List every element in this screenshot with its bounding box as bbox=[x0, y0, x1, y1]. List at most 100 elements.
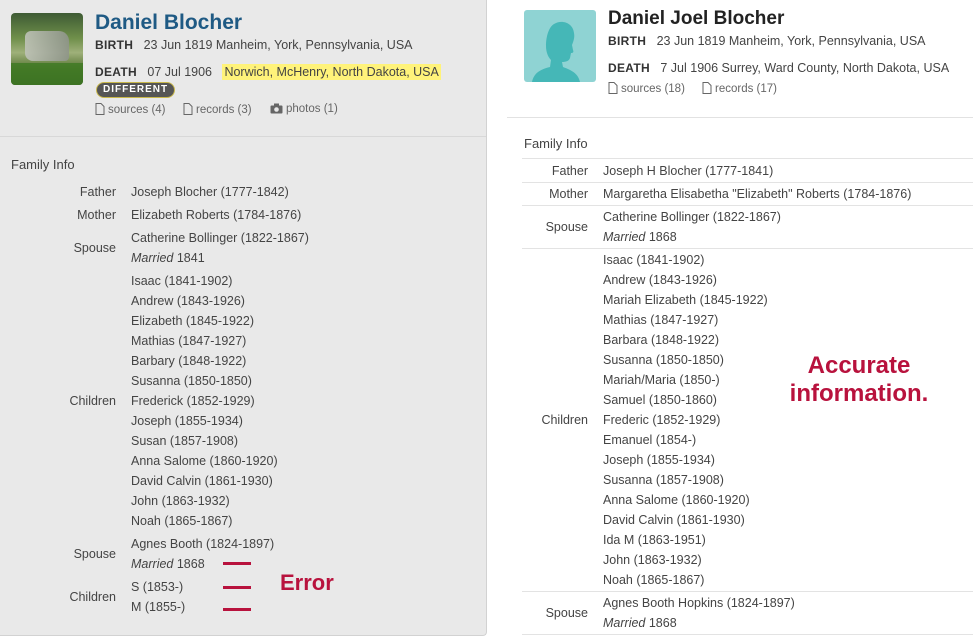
right-person-panel: Daniel Joel Blocher BIRTH 23 Jun 1819 Ma… bbox=[507, 0, 973, 641]
child-link[interactable]: David Calvin (1861-1930) bbox=[131, 474, 273, 488]
document-icon bbox=[183, 103, 193, 115]
child-link[interactable]: Susanna (1850-1850) bbox=[131, 374, 252, 388]
child-link[interactable]: Emanuel (1854-) bbox=[603, 433, 696, 447]
child-link[interactable]: Isaac (1841-1902) bbox=[603, 253, 704, 267]
child-link[interactable]: Noah (1865-1867) bbox=[131, 514, 232, 528]
camera-icon bbox=[270, 103, 283, 114]
accurate-annotation: Accurate information. bbox=[789, 352, 929, 407]
sources-label: sources (18) bbox=[621, 83, 685, 95]
mother-label: Mother bbox=[77, 208, 116, 222]
children-label: Children bbox=[541, 413, 588, 427]
child-link[interactable]: Susan (1857-1908) bbox=[131, 434, 238, 448]
married-year: 1841 bbox=[176, 251, 205, 265]
child-link[interactable]: Noah (1865-1867) bbox=[603, 573, 704, 587]
child-link[interactable]: Joseph (1855-1934) bbox=[603, 453, 715, 467]
person-silhouette-icon[interactable] bbox=[524, 10, 596, 82]
father-label: Father bbox=[79, 185, 116, 199]
father-link[interactable]: Joseph H Blocher (1777-1841) bbox=[603, 164, 773, 178]
error-underline bbox=[223, 586, 251, 589]
left-person-header: Daniel Blocher BIRTH 23 Jun 1819 Manheim… bbox=[0, 0, 486, 137]
person-name[interactable]: Daniel Joel Blocher bbox=[608, 8, 784, 30]
marriage-info: Married 1868 bbox=[603, 616, 677, 630]
photos-link[interactable]: photos (1) bbox=[270, 103, 338, 115]
mother-link[interactable]: Margaretha Elisabetha "Elizabeth" Robert… bbox=[603, 187, 911, 201]
married-year: 1868 bbox=[648, 230, 677, 244]
records-label: records (17) bbox=[715, 83, 777, 95]
marriage-info: Married 1868 bbox=[603, 230, 677, 244]
spouse-label: Spouse bbox=[73, 547, 116, 561]
mother-link[interactable]: Elizabeth Roberts (1784-1876) bbox=[131, 208, 301, 222]
person-photo[interactable] bbox=[11, 13, 83, 85]
child-link[interactable]: Susanna (1850-1850) bbox=[603, 353, 724, 367]
child-link[interactable]: Mathias (1847-1927) bbox=[603, 313, 718, 327]
father-link[interactable]: Joseph Blocher (1777-1842) bbox=[131, 185, 289, 199]
different-badge: DIFFERENT bbox=[96, 82, 176, 98]
child-link[interactable]: Joseph (1855-1934) bbox=[131, 414, 243, 428]
death-value: 7 Jul 1906 Surrey, Ward County, North Da… bbox=[660, 61, 950, 75]
child-link[interactable]: Mariah Elizabeth (1845-1922) bbox=[603, 293, 768, 307]
family-info-title: Family Info bbox=[524, 136, 588, 151]
table-divider bbox=[522, 158, 973, 159]
death-label: DEATH bbox=[608, 61, 650, 75]
child-link[interactable]: David Calvin (1861-1930) bbox=[603, 513, 745, 527]
silhouette-icon bbox=[532, 21, 580, 82]
child-link[interactable]: Barbary (1848-1922) bbox=[131, 354, 246, 368]
records-link[interactable]: records (17) bbox=[702, 82, 777, 95]
spouse-label: Spouse bbox=[73, 241, 116, 255]
photos-label: photos (1) bbox=[286, 103, 338, 115]
child-link[interactable]: Frederick (1852-1929) bbox=[131, 394, 255, 408]
children-label: Children bbox=[69, 394, 116, 408]
death-row: DEATH 7 Jul 1906 Surrey, Ward County, No… bbox=[608, 61, 949, 75]
error-underline bbox=[223, 562, 251, 565]
child-link[interactable]: Elizabeth (1845-1922) bbox=[131, 314, 254, 328]
marriage-info: Married 1868 bbox=[131, 557, 205, 571]
sources-link[interactable]: sources (18) bbox=[608, 82, 685, 95]
married-word: Married bbox=[131, 557, 174, 571]
child-link[interactable]: Anna Salome (1860-1920) bbox=[131, 454, 278, 468]
table-divider bbox=[522, 634, 973, 635]
child-link[interactable]: S (1853-) bbox=[131, 580, 183, 594]
error-annotation: Error bbox=[280, 570, 334, 595]
birth-value: 23 Jun 1819 Manheim, York, Pennsylvania,… bbox=[656, 34, 926, 48]
child-link[interactable]: Isaac (1841-1902) bbox=[131, 274, 232, 288]
error-underline bbox=[223, 608, 251, 611]
death-date: 07 Jul 1906 bbox=[147, 65, 213, 79]
married-word: Married bbox=[603, 230, 646, 244]
child-link[interactable]: Barbara (1848-1922) bbox=[603, 333, 719, 347]
records-link[interactable]: records (3) bbox=[183, 103, 252, 116]
child-link[interactable]: John (1863-1932) bbox=[131, 494, 230, 508]
child-link[interactable]: Ida M (1863-1951) bbox=[603, 533, 706, 547]
spouse-label: Spouse bbox=[545, 606, 588, 620]
gravestone-image bbox=[25, 31, 69, 61]
spouse-link[interactable]: Catherine Bollinger (1822-1867) bbox=[603, 210, 781, 224]
spouse-link[interactable]: Catherine Bollinger (1822-1867) bbox=[131, 231, 309, 245]
birth-row: BIRTH 23 Jun 1819 Manheim, York, Pennsyl… bbox=[608, 34, 926, 48]
child-link[interactable]: Mathias (1847-1927) bbox=[131, 334, 246, 348]
marriage-info: Married 1841 bbox=[131, 251, 205, 265]
mother-label: Mother bbox=[549, 187, 588, 201]
sources-label: sources (4) bbox=[108, 104, 166, 116]
child-link[interactable]: Susanna (1857-1908) bbox=[603, 473, 724, 487]
grass-image bbox=[11, 63, 83, 85]
child-link[interactable]: Samuel (1850-1860) bbox=[603, 393, 717, 407]
child-link[interactable]: John (1863-1932) bbox=[603, 553, 702, 567]
child-link[interactable]: Frederic (1852-1929) bbox=[603, 413, 720, 427]
records-label: records (3) bbox=[196, 104, 252, 116]
person-name[interactable]: Daniel Blocher bbox=[95, 11, 242, 35]
spouse-link[interactable]: Agnes Booth (1824-1897) bbox=[131, 537, 274, 551]
right-person-header: Daniel Joel Blocher BIRTH 23 Jun 1819 Ma… bbox=[507, 0, 973, 118]
sources-link[interactable]: sources (4) bbox=[95, 103, 166, 116]
children-label: Children bbox=[69, 590, 116, 604]
death-label: DEATH bbox=[95, 65, 137, 79]
spouse-link[interactable]: Agnes Booth Hopkins (1824-1897) bbox=[603, 596, 795, 610]
child-link[interactable]: M (1855-) bbox=[131, 600, 185, 614]
child-link[interactable]: Andrew (1843-1926) bbox=[603, 273, 717, 287]
spouse-label: Spouse bbox=[545, 220, 588, 234]
death-place-highlighted: Norwich, McHenry, North Dakota, USA bbox=[222, 64, 441, 80]
child-link[interactable]: Mariah/Maria (1850-) bbox=[603, 373, 720, 387]
child-link[interactable]: Anna Salome (1860-1920) bbox=[603, 493, 750, 507]
birth-row: BIRTH 23 Jun 1819 Manheim, York, Pennsyl… bbox=[95, 38, 413, 52]
child-link[interactable]: Andrew (1843-1926) bbox=[131, 294, 245, 308]
married-year: 1868 bbox=[648, 616, 677, 630]
birth-value: 23 Jun 1819 Manheim, York, Pennsylvania,… bbox=[143, 38, 413, 52]
